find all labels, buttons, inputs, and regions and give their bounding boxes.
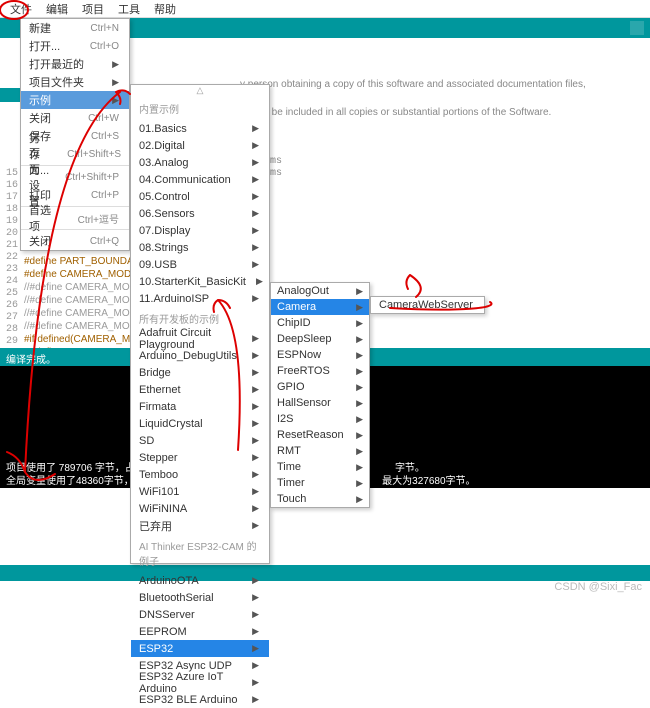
examples-item[interactable]: 11.ArduinoISP▶ <box>131 290 269 307</box>
esp32-item[interactable]: Time▶ <box>271 459 369 475</box>
esp32-item[interactable]: Touch▶ <box>271 491 369 507</box>
examples-item[interactable]: 10.StarterKit_BasicKit▶ <box>131 273 269 290</box>
examples-item[interactable]: 已弃用▶ <box>131 517 269 534</box>
watermark: CSDN @Sixi_Fac <box>554 581 642 593</box>
examples-item[interactable]: Stepper▶ <box>131 449 269 466</box>
examples-item[interactable]: DNSServer▶ <box>131 606 269 623</box>
license-text: y person obtaining a copy of this softwa… <box>240 78 650 120</box>
examples-item[interactable]: ESP32 BLE Arduino▶ <box>131 691 269 708</box>
examples-item[interactable]: SD▶ <box>131 432 269 449</box>
menu-file[interactable]: 文件 <box>4 0 38 19</box>
examples-item[interactable]: ArduinoOTA▶ <box>131 572 269 589</box>
esp32-item[interactable]: GPIO▶ <box>271 379 369 395</box>
esp32-item[interactable]: Camera▶ <box>271 299 369 315</box>
esp32-item[interactable]: ResetReason▶ <box>271 427 369 443</box>
examples-item[interactable]: 07.Display▶ <box>131 222 269 239</box>
file-menu-item[interactable]: 打开最近的▶ <box>21 55 129 73</box>
file-menu-item[interactable]: 页面设置Ctrl+Shift+P <box>21 168 129 186</box>
examples-item[interactable]: LiquidCrystal▶ <box>131 415 269 432</box>
examples-item[interactable]: 08.Strings▶ <box>131 239 269 256</box>
examples-item[interactable]: Firmata▶ <box>131 398 269 415</box>
examples-item[interactable]: EEPROM▶ <box>131 623 269 640</box>
esp32-item[interactable]: RMT▶ <box>271 443 369 459</box>
esp32-item[interactable]: HallSensor▶ <box>271 395 369 411</box>
examples-item[interactable]: 05.Control▶ <box>131 188 269 205</box>
esp32-item[interactable]: ESPNow▶ <box>271 347 369 363</box>
board-bar <box>0 565 650 581</box>
menu-edit[interactable]: 编辑 <box>40 0 74 19</box>
menubar: 文件 编辑 项目 工具 帮助 <box>0 0 650 18</box>
esp32-item[interactable]: I2S▶ <box>271 411 369 427</box>
esp32-submenu: AnalogOut▶Camera▶ChipID▶DeepSleep▶ESPNow… <box>270 282 370 508</box>
esp32-item[interactable]: AnalogOut▶ <box>271 283 369 299</box>
esp32-item[interactable]: ChipID▶ <box>271 315 369 331</box>
file-menu-item[interactable]: 打开...Ctrl+O <box>21 37 129 55</box>
esp32-item[interactable]: DeepSleep▶ <box>271 331 369 347</box>
camera-submenu: CameraWebServer <box>370 296 485 314</box>
line-gutter: 15161718192021222324252627282930 <box>0 168 22 360</box>
file-menu-item[interactable]: 首选项Ctrl+逗号 <box>21 209 129 227</box>
examples-item[interactable]: 09.USB▶ <box>131 256 269 273</box>
menu-tools[interactable]: 工具 <box>112 0 146 19</box>
scroll-up-icon[interactable]: △ <box>131 85 269 97</box>
menu-help[interactable]: 帮助 <box>148 0 182 19</box>
examples-item[interactable]: BluetoothSerial▶ <box>131 589 269 606</box>
file-menu-item[interactable]: 关闭Ctrl+W <box>21 109 129 127</box>
examples-item[interactable]: 04.Communication▶ <box>131 171 269 188</box>
serial-monitor-icon[interactable] <box>630 21 644 35</box>
examples-item[interactable]: Ethernet▶ <box>131 381 269 398</box>
file-menu: 新建Ctrl+N打开...Ctrl+O打开最近的▶项目文件夹▶示例▶关闭Ctrl… <box>20 18 130 251</box>
examples-item[interactable]: 06.Sensors▶ <box>131 205 269 222</box>
examples-submenu: △ 内置示例01.Basics▶02.Digital▶03.Analog▶04.… <box>130 84 270 564</box>
examples-item[interactable]: Arduino_DebugUtils▶ <box>131 347 269 364</box>
file-menu-item[interactable]: 示例▶ <box>21 91 129 109</box>
file-menu-item[interactable]: 新建Ctrl+N <box>21 19 129 37</box>
examples-item[interactable]: Bridge▶ <box>131 364 269 381</box>
examples-item[interactable]: ESP32 Azure IoT Arduino▶ <box>131 674 269 691</box>
esp32-item[interactable]: FreeRTOS▶ <box>271 363 369 379</box>
examples-item[interactable]: 03.Analog▶ <box>131 154 269 171</box>
file-menu-item[interactable]: 项目文件夹▶ <box>21 73 129 91</box>
examples-item[interactable]: ESP32▶ <box>131 640 269 657</box>
examples-item[interactable]: WiFiNINA▶ <box>131 500 269 517</box>
examples-item[interactable]: WiFi101▶ <box>131 483 269 500</box>
camera-item[interactable]: CameraWebServer <box>371 297 484 313</box>
esp32-item[interactable]: Timer▶ <box>271 475 369 491</box>
examples-item[interactable]: 02.Digital▶ <box>131 137 269 154</box>
examples-item[interactable]: Adafruit Circuit Playground▶ <box>131 330 269 347</box>
menu-sketch[interactable]: 项目 <box>76 0 110 19</box>
file-menu-item[interactable]: 关闭Ctrl+Q <box>21 232 129 250</box>
examples-item[interactable]: Temboo▶ <box>131 466 269 483</box>
examples-item[interactable]: 01.Basics▶ <box>131 120 269 137</box>
